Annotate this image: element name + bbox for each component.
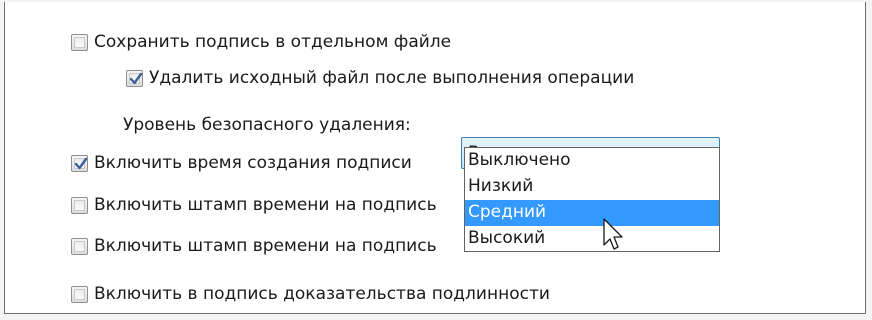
timestamp-checkbox-1[interactable] (71, 196, 88, 214)
dropdown-option-high[interactable]: Высокий (465, 226, 719, 252)
timestamp-label-1[interactable]: Включить штамп времени на подпись (94, 195, 437, 215)
dropdown-option-off[interactable]: Выключено (465, 148, 719, 174)
include-time-option[interactable]: Включить время создания подписи (71, 150, 412, 176)
dropdown-option-low[interactable]: Низкий (465, 174, 719, 200)
save-signature-option[interactable]: Сохранить подпись в отдельном файле (71, 29, 451, 55)
checkmark-icon (74, 157, 88, 169)
secure-delete-level-dropdown: Выключено Низкий Средний Высокий (464, 147, 720, 252)
secure-delete-level-label: Уровень безопасного удаления: (123, 115, 411, 135)
timestamp-option-1[interactable]: Включить штамп времени на подпись (71, 192, 437, 218)
include-time-checkbox[interactable] (71, 154, 88, 172)
include-proof-label[interactable]: Включить в подпись доказательства подлин… (94, 284, 550, 304)
secure-delete-level-row: Уровень безопасного удаления: (123, 112, 411, 138)
timestamp-label-2[interactable]: Включить штамп времени на подпись (94, 236, 437, 256)
save-signature-checkbox[interactable] (71, 33, 88, 51)
save-signature-label[interactable]: Сохранить подпись в отдельном файле (94, 32, 451, 52)
delete-source-label[interactable]: Удалить исходный файл после выполнения о… (149, 68, 634, 88)
checkmark-icon (129, 72, 143, 84)
include-time-label[interactable]: Включить время создания подписи (94, 153, 412, 173)
mouse-pointer-icon (603, 218, 625, 256)
options-panel: Сохранить подпись в отдельном файле Удал… (4, 2, 866, 314)
timestamp-checkbox-2[interactable] (71, 237, 88, 255)
delete-source-checkbox[interactable] (126, 69, 143, 87)
dropdown-option-medium[interactable]: Средний (465, 200, 719, 226)
include-proof-option[interactable]: Включить в подпись доказательства подлин… (71, 281, 550, 307)
delete-source-option[interactable]: Удалить исходный файл после выполнения о… (126, 65, 634, 91)
include-proof-checkbox[interactable] (71, 285, 88, 303)
timestamp-option-2[interactable]: Включить штамп времени на подпись (71, 233, 437, 259)
